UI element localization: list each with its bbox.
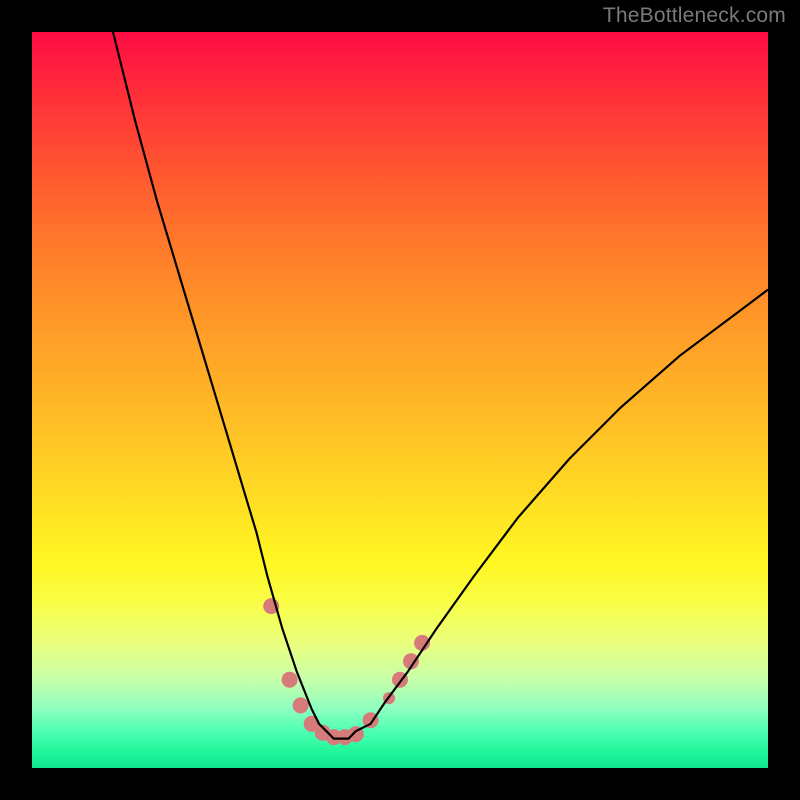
watermark-text: TheBottleneck.com	[603, 4, 786, 28]
curve-layer	[32, 32, 768, 768]
data-marker	[282, 672, 298, 688]
chart-frame: TheBottleneck.com	[0, 0, 800, 800]
bottleneck-curve	[113, 32, 768, 739]
data-marker	[293, 697, 309, 713]
marker-group	[263, 598, 430, 745]
plot-area	[32, 32, 768, 768]
